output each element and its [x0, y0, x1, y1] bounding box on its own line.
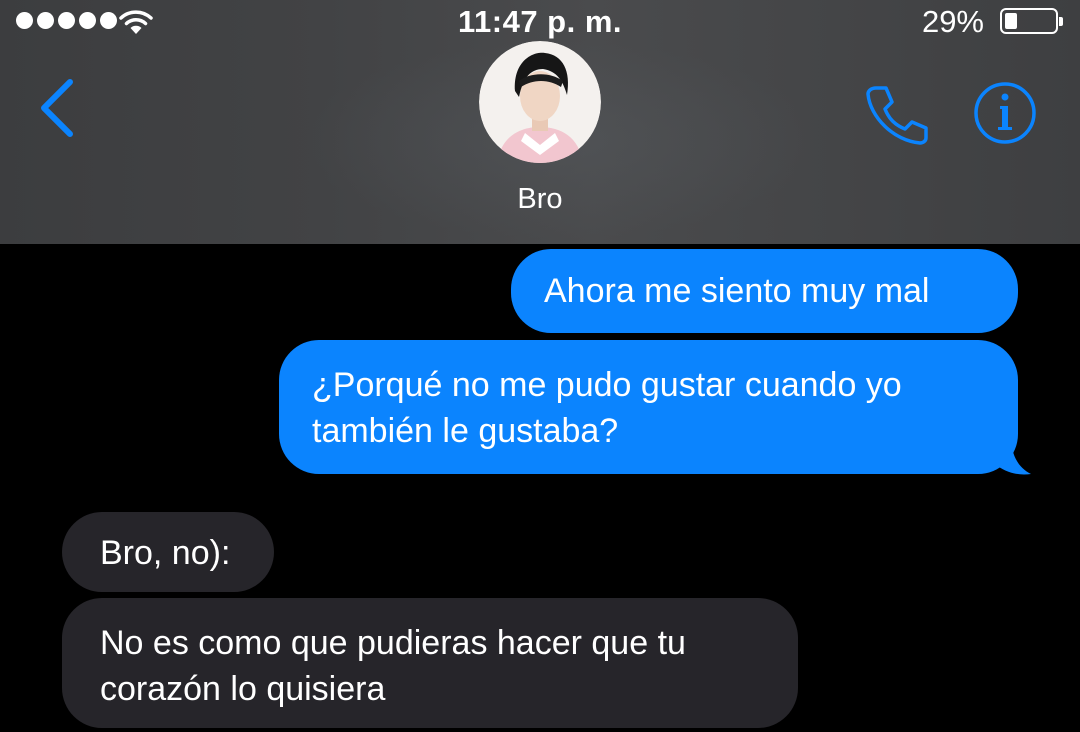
status-bar: 11:47 p. m. 29%: [0, 0, 1080, 44]
message-text: Bro, no):: [100, 534, 231, 572]
contact-name[interactable]: Bro: [0, 183, 1080, 216]
status-time: 11:47 p. m.: [457, 4, 623, 39]
bubble-tail: [995, 436, 1031, 475]
message-text-line: también le gustaba?: [312, 412, 619, 450]
outgoing-message[interactable]: ¿Porqué no me pudo gustar cuando yo tamb…: [279, 340, 1018, 474]
conversation-header: 11:47 p. m. 29% Bro: [0, 0, 1080, 244]
avatar[interactable]: [479, 41, 601, 163]
incoming-message[interactable]: Bro, no):: [62, 512, 274, 592]
message-text-line: corazón lo quisiera: [100, 670, 386, 708]
outgoing-message[interactable]: Ahora me siento muy mal: [511, 249, 1018, 333]
info-icon[interactable]: [973, 81, 1037, 145]
chevron-left-icon[interactable]: [36, 76, 80, 140]
message-text: Ahora me siento muy mal: [544, 272, 930, 310]
message-text-line: ¿Porqué no me pudo gustar cuando yo: [312, 366, 902, 404]
incoming-message[interactable]: No es como que pudieras hacer que tu cor…: [62, 598, 798, 728]
battery-percentage: 29%: [921, 4, 984, 39]
message-text-line: No es como que pudieras hacer que tu: [100, 624, 686, 662]
battery-icon: [1000, 8, 1063, 34]
phone-icon[interactable]: [862, 82, 930, 146]
